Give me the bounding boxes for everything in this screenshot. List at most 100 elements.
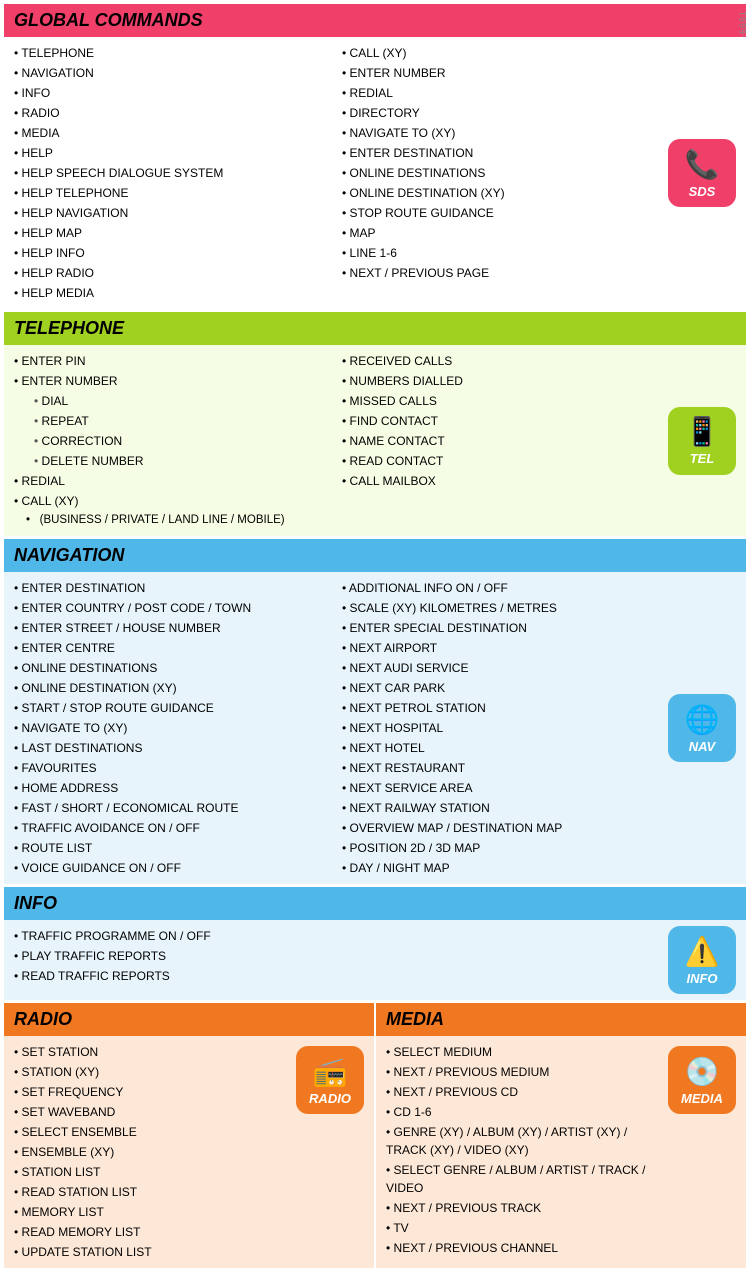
list-item: FAVOURITES	[14, 758, 332, 778]
radio-badge: 📻 RADIO	[296, 1046, 364, 1114]
list-item: NAME CONTACT	[342, 431, 660, 451]
global-right-list: CALL (XY) ENTER NUMBER REDIAL DIRECTORY …	[342, 43, 660, 283]
list-item: REDIAL	[14, 471, 332, 491]
tel-icon: 📱	[685, 415, 720, 448]
list-item: READ MEMORY LIST	[14, 1222, 288, 1242]
list-item: ENTER SPECIAL DESTINATION	[342, 618, 660, 638]
list-item: RADIO	[14, 103, 332, 123]
list-item: NAVIGATION	[14, 63, 332, 83]
list-item: HELP TELEPHONE	[14, 183, 332, 203]
list-item: ENSEMBLE (XY)	[14, 1142, 288, 1162]
nav-icon: 🌐	[685, 703, 720, 736]
list-item: INFO	[14, 83, 332, 103]
list-item: ONLINE DESTINATIONS	[342, 163, 660, 183]
list-item: NEXT AUDI SERVICE	[342, 658, 660, 678]
list-item: SET STATION	[14, 1042, 288, 1062]
list-item: NAVIGATE TO (XY)	[14, 718, 332, 738]
radio-media-header-row: RADIO MEDIA	[4, 1003, 746, 1036]
tel-badge: 📱 TEL	[668, 407, 736, 475]
list-item: HELP NAVIGATION	[14, 203, 332, 223]
list-item: CORRECTION	[14, 431, 332, 451]
list-item: DAY / NIGHT MAP	[342, 858, 660, 878]
info-icon: ⚠️	[685, 935, 720, 968]
list-item: SET FREQUENCY	[14, 1082, 288, 1102]
info-body: TRAFFIC PROGRAMME ON / OFF PLAY TRAFFIC …	[4, 920, 746, 1000]
navigation-right-col: ADDITIONAL INFO ON / OFF SCALE (XY) KILO…	[342, 578, 660, 878]
list-item: NEXT PETROL STATION	[342, 698, 660, 718]
sds-label: SDS	[689, 184, 716, 199]
list-item: READ STATION LIST	[14, 1182, 288, 1202]
global-commands-body: TELEPHONE NAVIGATION INFO RADIO MEDIA HE…	[4, 37, 746, 309]
telephone-left-col: ENTER PIN ENTER NUMBER DIAL REPEAT CORRE…	[14, 351, 342, 530]
list-item: NEXT RESTAURANT	[342, 758, 660, 778]
list-item: ONLINE DESTINATION (XY)	[342, 183, 660, 203]
list-item: START / STOP ROUTE GUIDANCE	[14, 698, 332, 718]
list-item: ENTER DESTINATION	[342, 143, 660, 163]
list-item: ENTER PIN	[14, 351, 332, 371]
list-item: SELECT GENRE / ALBUM / ARTIST / TRACK / …	[386, 1160, 660, 1198]
list-item: CALL (XY)	[14, 491, 332, 511]
list-item: TRAFFIC AVOIDANCE ON / OFF	[14, 818, 332, 838]
navigation-section: NAVIGATION ENTER DESTINATION ENTER COUNT…	[4, 539, 746, 884]
radio-label: RADIO	[309, 1091, 351, 1106]
info-badge: ⚠️ INFO	[668, 926, 736, 994]
list-item: READ TRAFFIC REPORTS	[14, 966, 332, 986]
list-item: GENRE (XY) / ALBUM (XY) / ARTIST (XY) / …	[386, 1122, 660, 1160]
list-item: REPEAT	[14, 411, 332, 431]
list-item: TELEPHONE	[14, 43, 332, 63]
list-item: DELETE NUMBER	[14, 451, 332, 471]
info-list: TRAFFIC PROGRAMME ON / OFF PLAY TRAFFIC …	[14, 926, 332, 986]
list-item: NEXT HOTEL	[342, 738, 660, 758]
info-header: INFO	[4, 887, 746, 920]
list-item: NEXT / PREVIOUS MEDIUM	[386, 1062, 660, 1082]
list-item: NEXT AIRPORT	[342, 638, 660, 658]
list-item: UPDATE STATION LIST	[14, 1242, 288, 1262]
list-item: HELP MAP	[14, 223, 332, 243]
navigation-left-list: ENTER DESTINATION ENTER COUNTRY / POST C…	[14, 578, 332, 878]
nav-label: NAV	[689, 739, 715, 754]
sds-badge: 📞 SDS	[668, 139, 736, 207]
list-item: HELP SPEECH DIALOGUE SYSTEM	[14, 163, 332, 183]
list-item: CALL (XY)	[342, 43, 660, 63]
telephone-left-list: ENTER PIN ENTER NUMBER DIAL REPEAT CORRE…	[14, 351, 332, 530]
media-icon: 💿	[685, 1055, 720, 1088]
list-item: NEXT / PREVIOUS PAGE	[342, 263, 660, 283]
media-body: SELECT MEDIUM NEXT / PREVIOUS MEDIUM NEX…	[376, 1036, 746, 1268]
list-item: SCALE (XY) KILOMETRES / METRES	[342, 598, 660, 618]
list-item: HOME ADDRESS	[14, 778, 332, 798]
list-item: NAVIGATE TO (XY)	[342, 123, 660, 143]
list-item: STATION LIST	[14, 1162, 288, 1182]
list-item: NEXT RAILWAY STATION	[342, 798, 660, 818]
list-item: HELP MEDIA	[14, 283, 332, 303]
list-item: MEMORY LIST	[14, 1202, 288, 1222]
list-item: ENTER STREET / HOUSE NUMBER	[14, 618, 332, 638]
list-item: ROUTE LIST	[14, 838, 332, 858]
list-item: STOP ROUTE GUIDANCE	[342, 203, 660, 223]
list-item: STATION (XY)	[14, 1062, 288, 1082]
list-item: OVERVIEW MAP / DESTINATION MAP	[342, 818, 660, 838]
list-item: MISSED CALLS	[342, 391, 660, 411]
list-item: READ CONTACT	[342, 451, 660, 471]
telephone-right-col: RECEIVED CALLS NUMBERS DIALLED MISSED CA…	[342, 351, 660, 491]
navigation-body: ENTER DESTINATION ENTER COUNTRY / POST C…	[4, 572, 746, 884]
list-item: CALL MAILBOX	[342, 471, 660, 491]
telephone-header: TELEPHONE	[4, 312, 746, 345]
list-item: LINE 1-6	[342, 243, 660, 263]
list-item: ENTER NUMBER	[342, 63, 660, 83]
list-item: NEXT CAR PARK	[342, 678, 660, 698]
list-item: HELP	[14, 143, 332, 163]
list-item: HELP RADIO	[14, 263, 332, 283]
global-left-col: TELEPHONE NAVIGATION INFO RADIO MEDIA HE…	[14, 43, 342, 303]
list-item: LAST DESTINATIONS	[14, 738, 332, 758]
list-item: ONLINE DESTINATION (XY)	[14, 678, 332, 698]
list-item: REDIAL	[342, 83, 660, 103]
list-item: DIAL	[14, 391, 332, 411]
list-item: ENTER COUNTRY / POST CODE / TOWN	[14, 598, 332, 618]
telephone-section: TELEPHONE ENTER PIN ENTER NUMBER DIAL RE…	[4, 312, 746, 536]
media-header: MEDIA	[376, 1003, 746, 1036]
nav-badge: 🌐 NAV	[668, 694, 736, 762]
info-left-col: TRAFFIC PROGRAMME ON / OFF PLAY TRAFFIC …	[14, 926, 342, 986]
media-label: MEDIA	[681, 1091, 723, 1106]
list-item: ADDITIONAL INFO ON / OFF	[342, 578, 660, 598]
media-badge: 💿 MEDIA	[668, 1046, 736, 1114]
